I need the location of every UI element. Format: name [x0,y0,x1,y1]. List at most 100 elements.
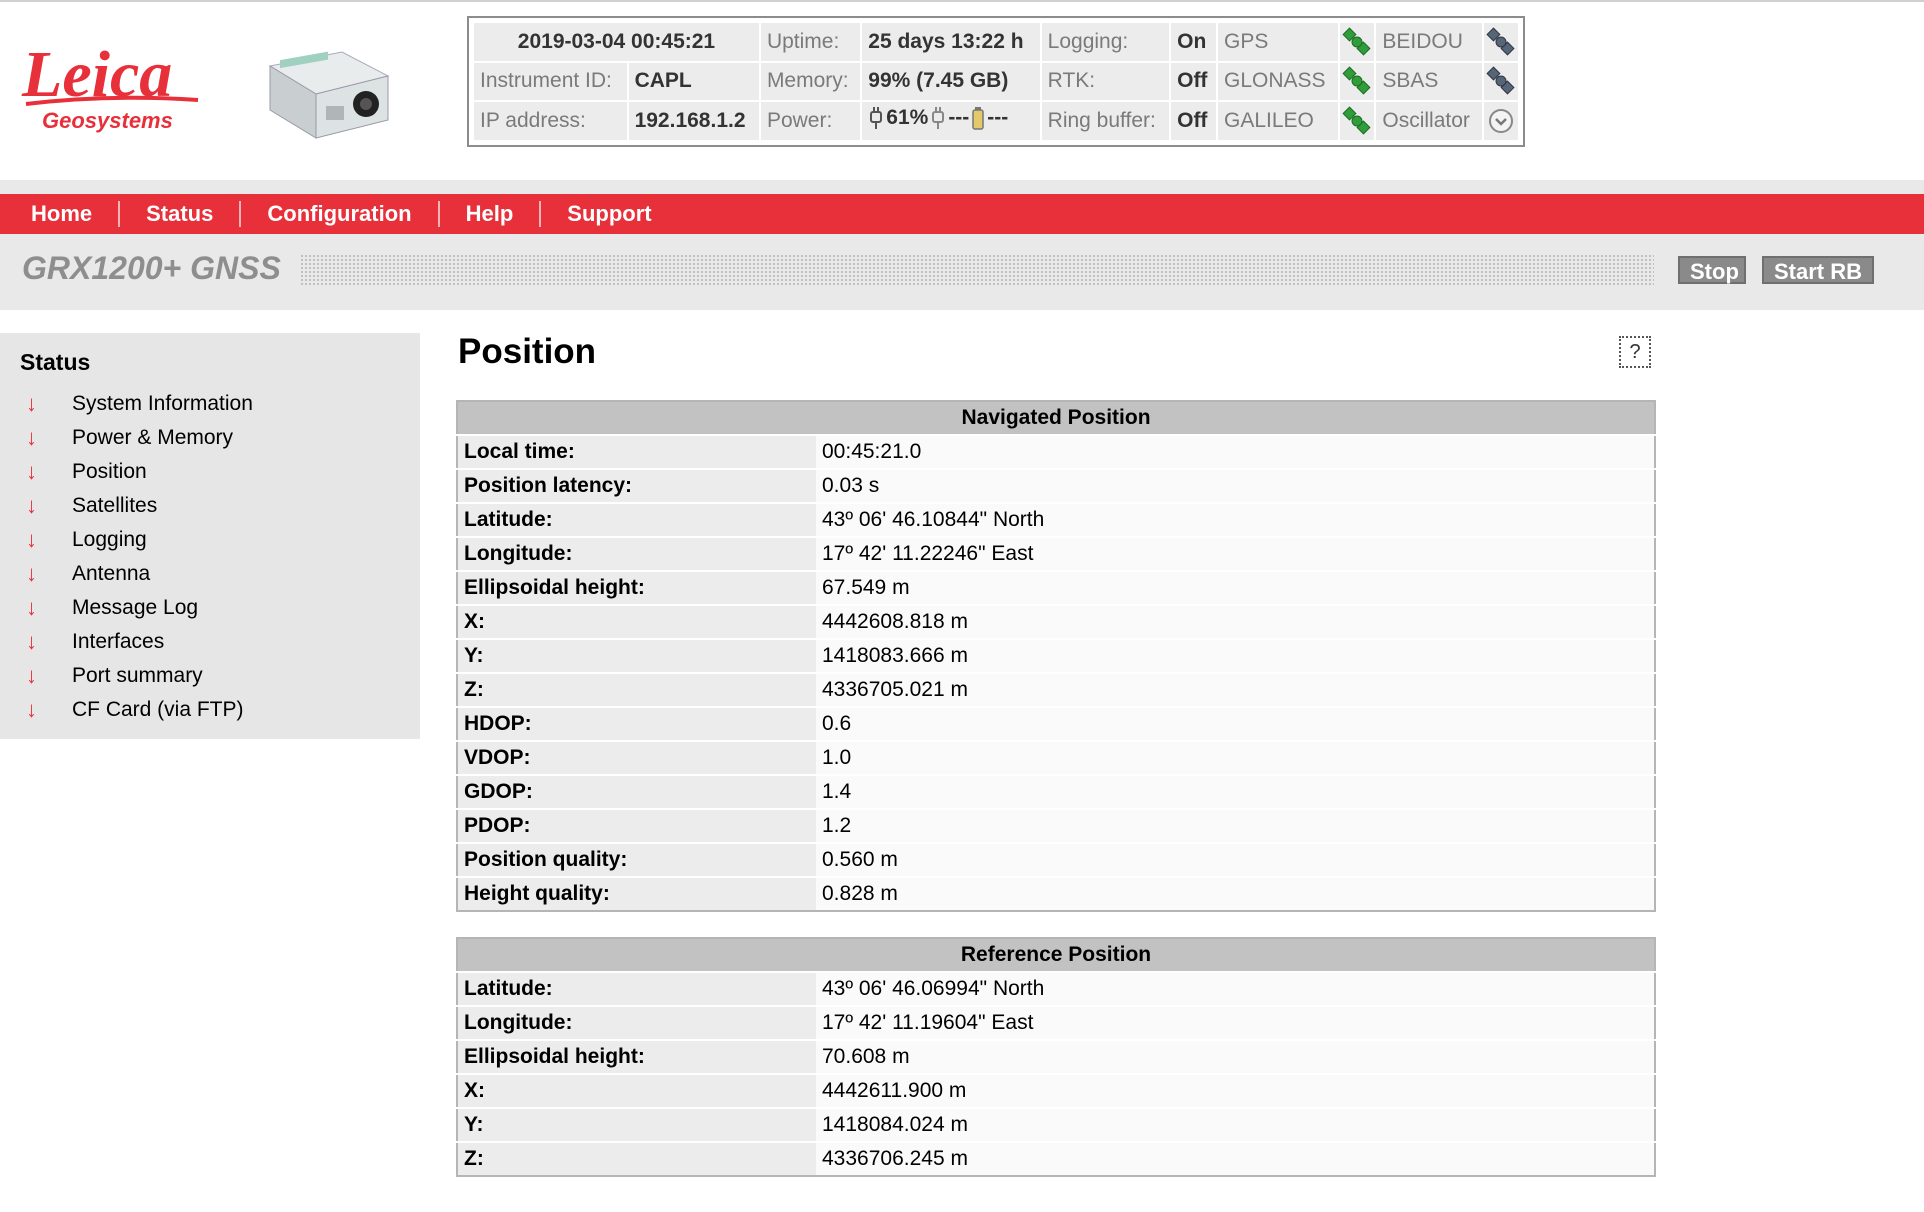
row-label: Z: [457,1141,816,1176]
row-value: 67.549 m [816,570,1655,605]
power-plug-value: 61% [886,106,929,130]
uptime-value: 25 days 13:22 h [862,23,1040,61]
row-label: Z: [457,672,816,707]
dotted-divider [300,254,1654,286]
arrow-down-icon: ↓ [26,493,37,518]
row-value: 1.2 [816,808,1655,843]
table-row: VDOP: 1.0 [457,740,1655,775]
uptime-label: Uptime: [760,23,861,61]
sidebar-title: Status [20,349,91,375]
nav-help[interactable]: Help [440,201,542,227]
galileo-label: GALILEO [1217,102,1339,140]
navigated-position-table: Navigated Position Local time: 00:45:21.0… [456,400,1656,912]
nav-status[interactable]: Status [120,201,242,227]
sidebar-item-position[interactable]: ↓ Position [26,455,253,489]
row-label: X: [457,1073,816,1108]
ip-address-value: 192.168.1.2 [628,102,759,140]
row-label: VDOP: [457,740,816,775]
main-nav: Home Status Configuration Help Support [0,194,1924,234]
sidebar-item-satellites[interactable]: ↓ Satellites [26,489,253,523]
header-separator [0,180,1924,194]
power-plug-icon [870,107,883,130]
row-label: HDOP: [457,706,816,741]
beidou-satellite-icon [1484,23,1518,61]
product-name: GRX1200+ GNSS [22,250,281,286]
sidebar-item-system-information[interactable]: ↓ System Information [26,387,253,421]
row-value: 1.4 [816,774,1655,809]
row-label: Position quality: [457,842,816,877]
nav-configuration[interactable]: Configuration [241,201,440,227]
sidebar-item-label: Logging [72,528,147,551]
sidebar-item-label: Message Log [72,596,199,619]
table-row: Ellipsoidal height: 70.608 m [457,1039,1655,1074]
table-row: Longitude: 17º 42' 11.22246" East [457,536,1655,571]
table-row: X: 4442608.818 m [457,604,1655,639]
table-row: Latitude: 43º 06' 46.06994" North [457,971,1655,1006]
row-label: Y: [457,638,816,673]
help-button[interactable]: ? [1619,336,1651,368]
instrument-id-label: Instrument ID: [474,62,627,101]
sidebar-item-label: Position [72,460,147,483]
row-value: 4442608.818 m [816,604,1655,639]
row-label: Local time: [457,434,816,469]
galileo-satellite-icon [1340,102,1375,140]
instrument-status-panel: 2019-03-04 00:45:21 Uptime: 25 days 13:2… [467,16,1525,147]
row-value: 0.6 [816,706,1655,741]
sidebar-item-label: Interfaces [72,630,165,653]
row-value: 43º 06' 46.10844" North [816,502,1655,537]
logging-label: Logging: [1041,23,1170,61]
row-label: Ellipsoidal height: [457,1039,816,1074]
row-label: Latitude: [457,971,816,1006]
nav-home[interactable]: Home [0,201,121,227]
row-value: 1.0 [816,740,1655,775]
beidou-label: BEIDOU [1376,23,1482,61]
sidebar-item-interfaces[interactable]: ↓ Interfaces [26,625,253,659]
row-value: 17º 42' 11.22246" East [816,536,1655,571]
row-label: X: [457,604,816,639]
table-row: Position latency: 0.03 s [457,468,1655,503]
status-sidebar: Status ↓ System Information ↓ Power & Memo… [0,333,420,739]
sidebar-item-power-memory[interactable]: ↓ Power & Memory [26,421,253,455]
sidebar-item-port-summary[interactable]: ↓ Port summary [26,659,253,693]
row-value: 70.608 m [816,1039,1655,1074]
row-label: Ellipsoidal height: [457,570,816,605]
arrow-down-icon: ↓ [26,629,37,654]
stop-button[interactable]: Stop [1678,256,1746,284]
table-row: Ellipsoidal height: 67.549 m [457,570,1655,605]
sbas-label: SBAS [1376,62,1482,101]
arrow-down-icon: ↓ [26,595,37,620]
sidebar-item-antenna[interactable]: ↓ Antenna [26,557,253,591]
sidebar-item-label: Satellites [72,494,158,517]
sidebar-item-logging[interactable]: ↓ Logging [26,523,253,557]
sidebar-item-label: Power & Memory [72,426,234,449]
gps-label: GPS [1217,23,1339,61]
table-row: Height quality: 0.828 m [457,876,1655,911]
oscillator-label: Oscillator [1376,102,1482,140]
page-title: Position [458,332,597,371]
battery-icon [972,107,985,130]
rtk-value: Off [1171,62,1216,101]
leica-logo: Leica Geosystems [21,38,199,133]
row-value: 4442611.900 m [816,1073,1655,1108]
row-label: PDOP: [457,808,816,843]
memory-label: Memory: [760,62,861,101]
row-label: Y: [457,1107,816,1142]
power-value: 61% --- --- [862,102,1040,140]
sidebar-item-label: Port summary [72,664,203,687]
table-row: Z: 4336706.245 m [457,1141,1655,1176]
row-value: 0.03 s [816,468,1655,503]
sidebar-item-cf-card[interactable]: ↓ CF Card (via FTP) [26,693,253,727]
sidebar-item-message-log[interactable]: ↓ Message Log [26,591,253,625]
arrow-down-icon: ↓ [26,561,37,586]
nav-support[interactable]: Support [541,201,677,227]
start-rb-button[interactable]: Start RB [1762,256,1874,284]
row-value: 1418084.024 m [816,1107,1655,1142]
ring-buffer-value: Off [1171,102,1216,140]
instrument-id-value: CAPL [628,62,759,101]
table-row: Latitude: 43º 06' 46.10844" North [457,502,1655,537]
row-label: GDOP: [457,774,816,809]
glonass-satellite-icon [1340,62,1375,101]
gps-satellite-icon [1340,23,1375,61]
svg-text:Geosystems: Geosystems [42,108,173,133]
rtk-label: RTK: [1041,62,1170,101]
